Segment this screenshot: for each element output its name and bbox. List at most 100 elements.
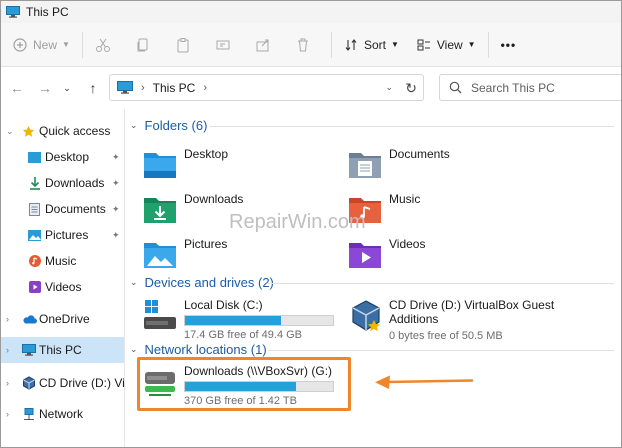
- nav-item-videos[interactable]: Videos: [1, 274, 125, 300]
- group-title: Devices and drives (2): [144, 275, 274, 290]
- delete-button[interactable]: [289, 30, 317, 60]
- breadcrumb-this-pc[interactable]: This PC: [153, 81, 196, 95]
- group-header-devices[interactable]: ⌄ Devices and drives (2): [130, 275, 620, 290]
- chevron-down-icon: ⌄: [63, 82, 71, 93]
- sort-label: Sort: [363, 37, 386, 52]
- video-icon: [29, 281, 41, 293]
- back-button[interactable]: ←: [4, 74, 30, 102]
- folder-videos[interactable]: Videos: [348, 233, 538, 275]
- chevron-down-icon[interactable]: ⌄: [6, 126, 14, 137]
- more-options-button[interactable]: •••: [495, 30, 523, 60]
- divider: [210, 126, 614, 127]
- scissors-icon: [95, 38, 110, 52]
- address-bar[interactable]: › This PC › ⌄ ↻: [109, 74, 424, 101]
- view-button[interactable]: View ▼: [411, 30, 482, 60]
- star-icon: [22, 125, 35, 137]
- folder-music[interactable]: Music: [348, 188, 538, 230]
- virtualbox-icon: [352, 300, 380, 332]
- recent-locations-button[interactable]: ⌄: [58, 74, 76, 102]
- desktop-folder-icon: [28, 151, 41, 163]
- pictures-folder-icon: [144, 243, 176, 268]
- this-pc-icon: [22, 344, 36, 356]
- nav-label: Videos: [45, 280, 82, 294]
- refresh-icon[interactable]: ↻: [405, 80, 417, 97]
- new-button[interactable]: New ▼: [7, 30, 76, 60]
- nav-item-desktop[interactable]: Desktop ✦: [1, 144, 125, 170]
- group-title: Folders (6): [144, 118, 208, 133]
- sort-icon: [345, 38, 357, 51]
- cut-button[interactable]: [89, 30, 117, 60]
- rename-button[interactable]: [209, 30, 237, 60]
- chevron-right-icon: ›: [141, 81, 145, 94]
- nav-item-downloads[interactable]: Downloads ✦: [1, 170, 125, 196]
- nav-label: Network: [39, 407, 84, 421]
- chevron-down-icon[interactable]: ⌄: [130, 120, 138, 131]
- nav-label: CD Drive (D:) Virtual: [39, 376, 125, 390]
- music-icon: [29, 255, 41, 267]
- nav-item-documents[interactable]: Documents ✦: [1, 196, 125, 222]
- document-icon: [29, 202, 40, 216]
- title-bar: This PC: [1, 1, 621, 23]
- network-icon: [24, 407, 34, 420]
- nav-quick-access[interactable]: ⌄ Quick access: [1, 118, 125, 144]
- folder-label: Desktop: [184, 147, 229, 161]
- view-icon: [417, 39, 430, 50]
- nav-this-pc[interactable]: › This PC: [1, 337, 124, 363]
- folder-label: Documents: [389, 147, 450, 161]
- paste-button[interactable]: [169, 30, 197, 60]
- arrow-up-icon: ↑: [89, 80, 97, 96]
- drive-free-space: 17.4 GB free of 49.4 GB: [184, 329, 303, 341]
- explorer-window: This PC New ▼ Sort ▼ View ▼ ••• ← → ⌄ ↑ …: [0, 0, 622, 448]
- search-input[interactable]: Search This PC: [439, 74, 621, 101]
- nav-item-pictures[interactable]: Pictures ✦: [1, 222, 125, 248]
- download-icon: [30, 176, 40, 190]
- drive-cd-d[interactable]: CD Drive (D:) VirtualBox Guest Additions…: [348, 298, 618, 344]
- pin-icon: ✦: [112, 151, 120, 162]
- watermark: RepairWin.com: [229, 211, 366, 233]
- trash-icon: [297, 38, 308, 51]
- group-header-network[interactable]: ⌄ Network locations (1): [130, 342, 620, 357]
- chevron-down-icon: ▼: [62, 40, 70, 49]
- navigation-pane: ⌄ Quick access Desktop ✦ Downloads ✦ Doc…: [1, 109, 125, 447]
- paste-icon: [177, 37, 189, 52]
- new-label: New: [33, 37, 58, 52]
- nav-label: OneDrive: [39, 312, 90, 326]
- divider: [268, 283, 614, 284]
- chevron-right-icon[interactable]: ›: [6, 409, 9, 419]
- chevron-right-icon[interactable]: ›: [6, 314, 9, 324]
- folder-desktop[interactable]: Desktop: [143, 143, 333, 185]
- drive-local-c[interactable]: Local Disk (C:) 17.4 GB free of 49.4 GB: [143, 298, 343, 344]
- drive-name-line2: Additions: [389, 312, 439, 326]
- pin-icon: ✦: [112, 229, 120, 240]
- sort-button[interactable]: Sort ▼: [338, 30, 405, 60]
- nav-item-music[interactable]: Music: [1, 248, 125, 274]
- share-icon: [256, 39, 269, 51]
- group-header-folders[interactable]: ⌄ Folders (6): [130, 118, 620, 133]
- folder-label: Music: [389, 192, 421, 206]
- nav-cd-drive[interactable]: › CD Drive (D:) Virtual: [1, 370, 125, 396]
- up-button[interactable]: ↑: [80, 74, 106, 102]
- virtualbox-icon: [23, 376, 35, 390]
- arrow-right-icon: →: [38, 80, 52, 96]
- chevron-right-icon[interactable]: ›: [6, 345, 9, 355]
- share-button[interactable]: [249, 30, 277, 60]
- forward-button[interactable]: →: [32, 74, 58, 102]
- chevron-right-icon[interactable]: ›: [203, 82, 207, 94]
- chevron-right-icon[interactable]: ›: [6, 378, 9, 388]
- nav-label: Quick access: [39, 124, 111, 138]
- divider: [81, 31, 83, 58]
- nav-onedrive[interactable]: › OneDrive: [1, 306, 125, 332]
- desktop-folder-icon: [144, 153, 176, 178]
- folder-documents[interactable]: Documents: [348, 143, 538, 185]
- arrow-left-icon: ←: [10, 80, 24, 96]
- drive-usage-bar: [184, 315, 334, 326]
- address-dropdown-icon[interactable]: ⌄: [385, 82, 393, 93]
- nav-network[interactable]: › Network: [1, 401, 125, 427]
- view-label: View: [436, 37, 463, 52]
- copy-button[interactable]: [129, 30, 157, 60]
- windows-drive-icon: [144, 300, 176, 329]
- folder-pictures[interactable]: Pictures: [143, 233, 333, 275]
- this-pc-icon: [6, 6, 20, 18]
- chevron-down-icon[interactable]: ⌄: [130, 277, 138, 288]
- chevron-down-icon[interactable]: ⌄: [130, 344, 138, 355]
